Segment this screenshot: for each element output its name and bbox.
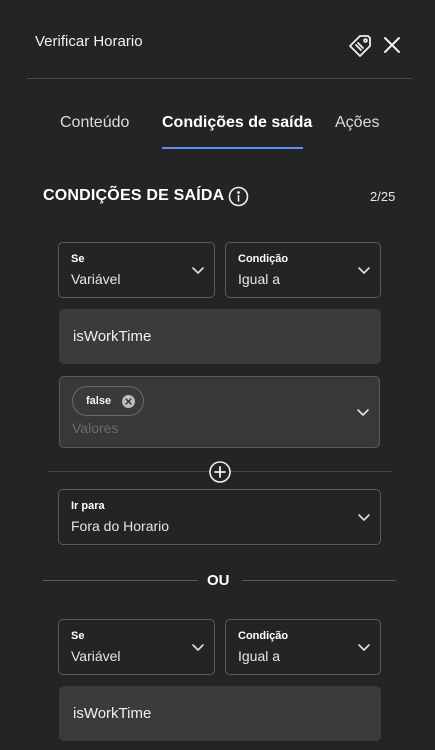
chevron-down-icon: [191, 263, 205, 277]
or-divider-right: [242, 580, 396, 581]
tab-bar: Conteúdo Condições de saída Ações: [0, 100, 435, 150]
chevron-down-icon: [356, 405, 370, 419]
tab-acoes[interactable]: Ações: [335, 114, 379, 132]
ir-para-value: Fora do Horario: [71, 518, 170, 534]
se-value: Variável: [71, 648, 121, 664]
se-label: Se: [71, 630, 85, 642]
condicao-value: Igual a: [238, 648, 281, 664]
value-chip: false: [72, 386, 144, 416]
remove-chip-icon[interactable]: [122, 395, 135, 408]
chevron-down-icon: [191, 640, 205, 654]
info-icon[interactable]: [228, 186, 249, 207]
panel-header: Verificar Horario: [0, 0, 435, 80]
values-placeholder: Valores: [72, 420, 119, 436]
chevron-down-icon: [357, 263, 371, 277]
exit-conditions-panel: Verificar Horario Conteúdo Condições de …: [0, 0, 435, 750]
se-value: Variável: [71, 271, 121, 287]
condicao-select[interactable]: Condição Igual a: [225, 242, 381, 298]
se-select-2[interactable]: Se Variável: [58, 619, 215, 675]
variable-input[interactable]: isWorkTime: [59, 309, 381, 364]
panel-title: Verificar Horario: [35, 33, 143, 50]
se-label: Se: [71, 253, 85, 265]
value-chip-label: false: [86, 395, 112, 407]
tab-condicoes-de-saida[interactable]: Condições de saída: [162, 114, 312, 132]
values-multiselect[interactable]: false Valores: [59, 376, 380, 448]
ir-para-select[interactable]: Ir para Fora do Horario: [58, 489, 381, 545]
condicao-select-2[interactable]: Condição Igual a: [225, 619, 381, 675]
or-separator-label: OU: [207, 572, 230, 589]
ir-para-label: Ir para: [71, 500, 105, 512]
header-divider: [27, 78, 412, 79]
or-divider-left: [43, 580, 198, 581]
conditions-counter: 2/25: [370, 189, 396, 204]
se-select[interactable]: Se Variável: [58, 242, 215, 298]
section-title: CONDIÇÕES DE SAÍDA: [43, 187, 225, 204]
tag-icon[interactable]: [347, 33, 373, 59]
condicao-value: Igual a: [238, 271, 281, 287]
variable-input-2[interactable]: isWorkTime: [59, 686, 381, 741]
tab-conteudo[interactable]: Conteúdo: [60, 114, 129, 132]
variable-value: isWorkTime: [73, 705, 152, 722]
condicao-label: Condição: [238, 253, 289, 265]
chevron-down-icon: [357, 640, 371, 654]
add-condition-plus-icon[interactable]: [209, 461, 231, 483]
variable-value: isWorkTime: [73, 328, 152, 345]
active-tab-indicator: [162, 147, 303, 149]
condicao-label: Condição: [238, 630, 289, 642]
close-icon[interactable]: [381, 34, 403, 56]
chevron-down-icon: [357, 510, 371, 524]
